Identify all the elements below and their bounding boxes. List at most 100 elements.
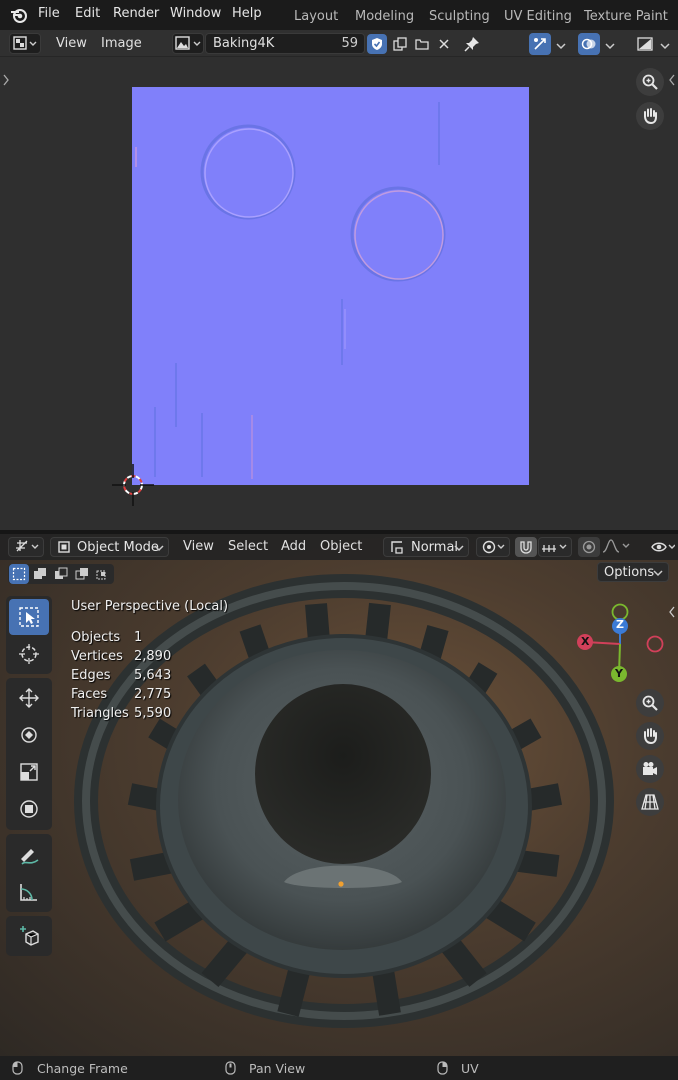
tool-add-cube[interactable] bbox=[9, 918, 49, 954]
editor-type-dropdown[interactable] bbox=[8, 537, 44, 557]
menu-view[interactable]: View bbox=[183, 539, 214, 554]
pin-button[interactable] bbox=[462, 34, 482, 54]
visibility-dropdown[interactable] bbox=[651, 539, 676, 558]
image-name-field[interactable]: Baking4K 59 bbox=[205, 33, 365, 54]
pan-button[interactable] bbox=[636, 722, 664, 750]
duplicate-image-button[interactable] bbox=[390, 34, 410, 54]
add-cube-icon bbox=[20, 926, 39, 946]
snap-target-dropdown[interactable] bbox=[538, 537, 572, 557]
transform-icon bbox=[20, 800, 38, 818]
select-mode-invert[interactable] bbox=[72, 564, 92, 584]
tool-scale[interactable] bbox=[9, 754, 49, 790]
cursor-icon bbox=[19, 644, 39, 664]
options-dropdown[interactable]: Options bbox=[597, 562, 669, 582]
mode-label: Object Mode bbox=[77, 539, 159, 555]
blender-logo-icon[interactable] bbox=[10, 6, 28, 27]
pivot-point-dropdown[interactable] bbox=[476, 537, 510, 557]
select-box-icon bbox=[19, 607, 39, 627]
menu-file[interactable]: File bbox=[38, 6, 60, 21]
image-editor-icon bbox=[13, 36, 37, 50]
tool-cursor[interactable] bbox=[9, 636, 49, 672]
pin-icon bbox=[464, 37, 479, 52]
menu-object[interactable]: Object bbox=[320, 539, 362, 554]
menu-help[interactable]: Help bbox=[232, 6, 262, 21]
gizmo-y-label: Y bbox=[615, 667, 623, 680]
perspective-toggle-button[interactable] bbox=[636, 788, 664, 816]
chevron-down-icon[interactable] bbox=[556, 38, 566, 53]
mode-dropdown[interactable]: Object Mode bbox=[50, 537, 169, 557]
image-editor-header: View Image Baking4K 59 bbox=[0, 30, 678, 57]
mouse-left-icon bbox=[12, 1061, 23, 1078]
proportional-edit-toggle[interactable] bbox=[578, 537, 600, 557]
chevron-down-icon bbox=[154, 545, 164, 552]
stat-faces-value: 2,775 bbox=[134, 687, 172, 702]
stat-vertices-label: Vertices bbox=[71, 649, 123, 664]
toolbar-toggle-icon[interactable] bbox=[2, 74, 10, 89]
tab-texture-paint[interactable]: Texture Paint bbox=[584, 9, 668, 24]
2d-cursor-icon[interactable] bbox=[112, 464, 154, 509]
chevron-down-icon[interactable] bbox=[660, 38, 670, 53]
mouse-middle-icon bbox=[225, 1061, 236, 1078]
tool-rotate[interactable] bbox=[9, 717, 49, 753]
chevron-down-icon bbox=[454, 545, 464, 552]
sidebar-toggle-icon[interactable] bbox=[668, 74, 676, 89]
tab-sculpting[interactable]: Sculpting bbox=[429, 9, 490, 24]
menu-select[interactable]: Select bbox=[228, 539, 268, 554]
sidebar-toggle-icon[interactable] bbox=[668, 606, 676, 621]
snap-toggle[interactable] bbox=[515, 537, 537, 557]
tool-select-box[interactable] bbox=[9, 599, 49, 635]
falloff-curve-icon bbox=[602, 539, 630, 553]
tool-measure[interactable] bbox=[9, 874, 49, 910]
menu-image[interactable]: Image bbox=[101, 36, 142, 51]
select-mode-intersect[interactable] bbox=[93, 564, 113, 584]
select-mode-extend[interactable] bbox=[30, 564, 50, 584]
select-mode-subtract[interactable] bbox=[51, 564, 71, 584]
uv-sync-toggle[interactable] bbox=[529, 33, 551, 55]
menu-render[interactable]: Render bbox=[113, 6, 159, 21]
menu-edit[interactable]: Edit bbox=[75, 6, 100, 21]
shield-icon bbox=[372, 38, 382, 50]
zoom-icon bbox=[642, 74, 658, 90]
tool-transform[interactable] bbox=[9, 791, 49, 827]
status-change-frame: Change Frame bbox=[37, 1061, 128, 1076]
open-image-button[interactable] bbox=[412, 34, 432, 54]
grid-icon bbox=[641, 794, 659, 810]
select-new-icon bbox=[12, 567, 26, 581]
normal-map-image[interactable] bbox=[132, 87, 529, 485]
unlink-image-button[interactable] bbox=[434, 34, 454, 54]
tool-annotate[interactable] bbox=[9, 837, 49, 873]
select-extend-icon bbox=[34, 568, 46, 579]
fake-user-toggle[interactable] bbox=[367, 34, 387, 54]
tool-move[interactable] bbox=[9, 680, 49, 716]
browse-image-dropdown[interactable] bbox=[172, 33, 204, 54]
stat-vertices-value: 2,890 bbox=[134, 649, 172, 664]
chevron-down-icon[interactable] bbox=[605, 38, 615, 53]
editor-type-dropdown[interactable] bbox=[9, 33, 41, 54]
folder-icon bbox=[415, 39, 429, 50]
status-pan-view: Pan View bbox=[249, 1061, 306, 1076]
tab-modeling[interactable]: Modeling bbox=[355, 9, 414, 24]
overlays-toggle[interactable] bbox=[578, 33, 600, 55]
3d-viewport[interactable]: Object Mode View Select Add Object Norma… bbox=[0, 534, 678, 1056]
zoom-button[interactable] bbox=[636, 689, 664, 717]
menu-window[interactable]: Window bbox=[170, 6, 221, 21]
tab-uv-editing[interactable]: UV Editing bbox=[504, 9, 572, 24]
stat-objects-value: 1 bbox=[134, 630, 143, 645]
select-mode-group bbox=[8, 564, 114, 584]
zoom-button[interactable] bbox=[636, 68, 664, 96]
select-invert-icon bbox=[75, 568, 88, 580]
stat-objects-label: Objects bbox=[71, 630, 121, 645]
transform-orientation-dropdown[interactable]: Normal bbox=[383, 537, 469, 557]
select-mode-new[interactable] bbox=[9, 564, 29, 584]
pan-button[interactable] bbox=[636, 102, 664, 130]
menu-view[interactable]: View bbox=[56, 36, 87, 51]
display-channels-dropdown[interactable] bbox=[634, 33, 656, 55]
menu-add[interactable]: Add bbox=[281, 539, 306, 554]
falloff-dropdown[interactable] bbox=[602, 538, 632, 557]
toolbar-group-add bbox=[6, 916, 52, 956]
image-users-count: 59 bbox=[341, 36, 358, 51]
camera-view-button[interactable] bbox=[636, 755, 664, 783]
measure-icon bbox=[20, 884, 37, 901]
tab-layout[interactable]: Layout bbox=[294, 9, 338, 24]
toolbar-group-transform bbox=[6, 678, 52, 830]
